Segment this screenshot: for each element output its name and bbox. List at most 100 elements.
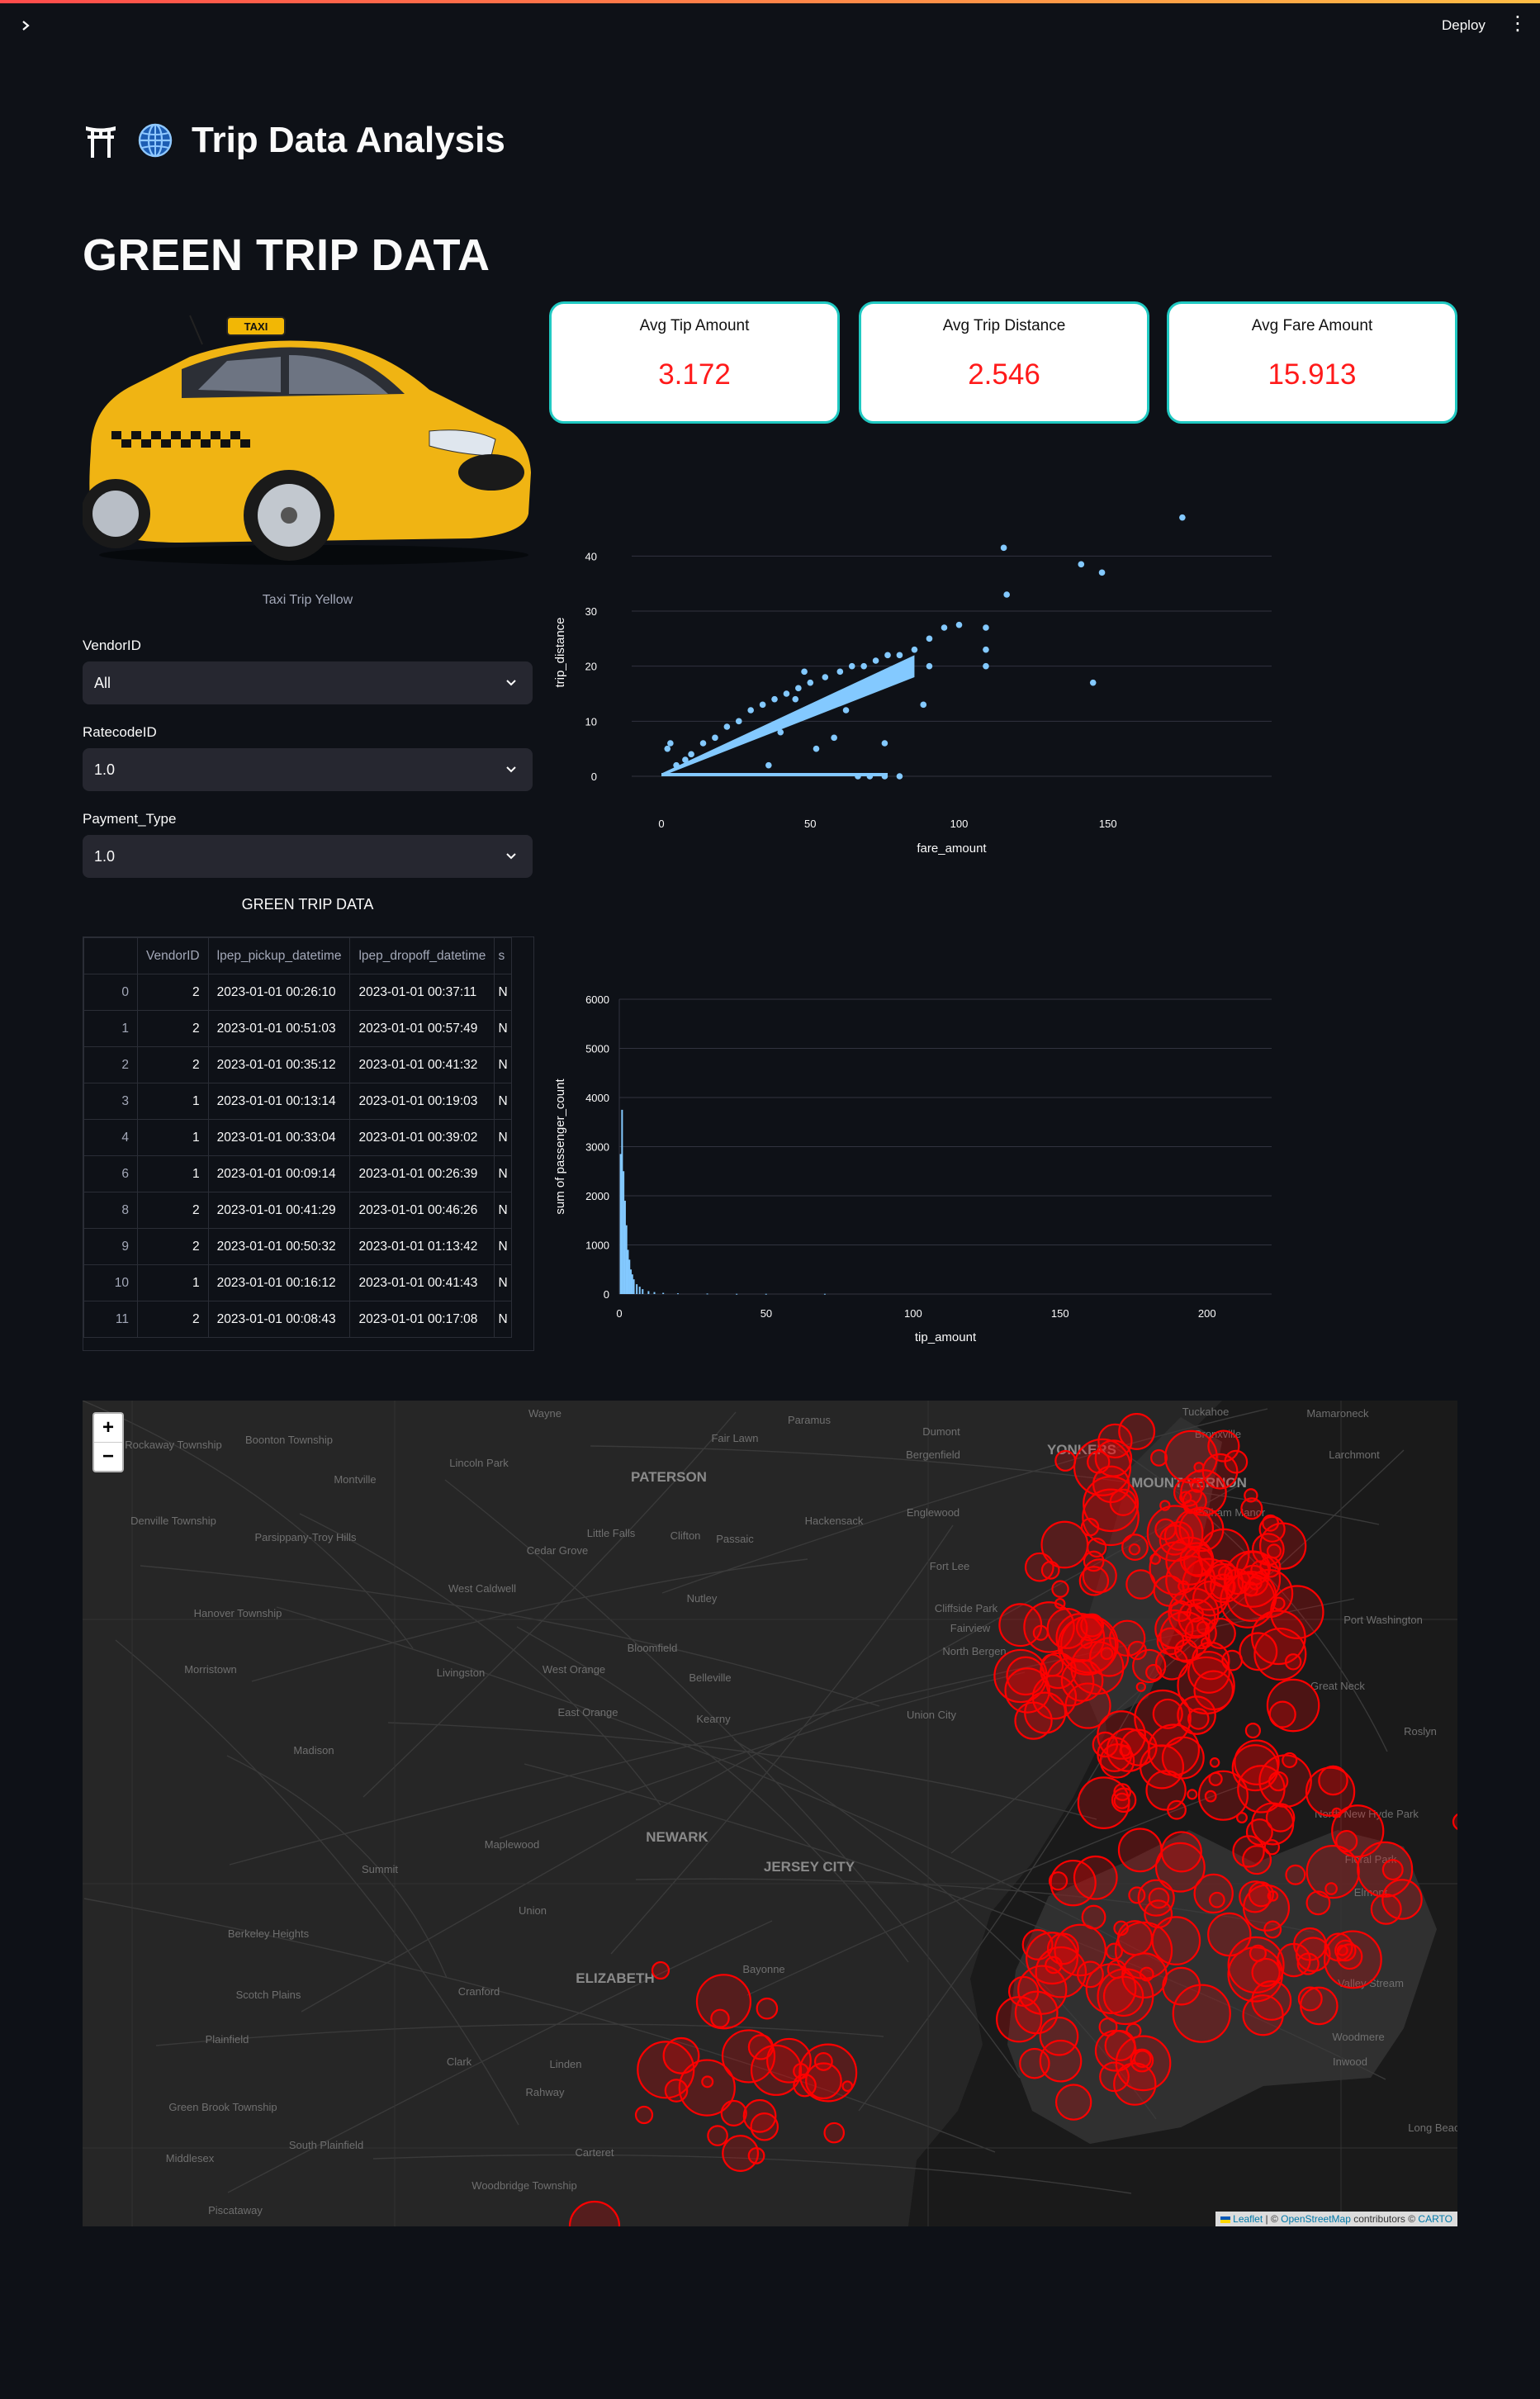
trip-marker[interactable] (1046, 1932, 1079, 1965)
scatter-point[interactable] (1003, 591, 1010, 598)
scatter-chart[interactable]: 0 10 20 30 40 0 50 100 150 fare_amount trip_distan… (549, 487, 1292, 867)
table-row[interactable]: 1 2 2023-01-01 00:51:03 2023-01-01 00:57:49… (83, 1010, 512, 1047)
histogram-bar[interactable] (823, 1293, 826, 1295)
scatter-point[interactable] (866, 773, 874, 780)
trip-marker[interactable] (998, 1603, 1043, 1648)
osm-link[interactable]: OpenStreetMap (1281, 2213, 1351, 2225)
trip-marker[interactable] (1209, 1757, 1220, 1768)
scatter-point[interactable] (1179, 514, 1186, 521)
trip-marker[interactable] (634, 2105, 654, 2125)
trip-marker[interactable] (805, 2062, 842, 2100)
histogram-bar[interactable] (619, 1154, 622, 1294)
table-row[interactable]: 11 2 2023-01-01 00:08:43 2023-01-01 00:17:0… (83, 1301, 512, 1338)
trip-marker[interactable] (1024, 1552, 1054, 1582)
trip-marker[interactable] (1285, 1864, 1306, 1885)
scatter-point[interactable] (723, 723, 731, 730)
scatter-point[interactable] (926, 662, 933, 670)
table-row[interactable]: 10 1 2023-01-01 00:16:12 2023-01-01 00:41:4… (83, 1264, 512, 1301)
table-row[interactable]: 3 1 2023-01-01 00:13:14 2023-01-01 00:19:03… (83, 1083, 512, 1120)
trip-marker[interactable] (1249, 1944, 1267, 1962)
trip-marker[interactable] (1207, 1912, 1252, 1957)
table-row[interactable]: 6 1 2023-01-01 00:09:14 2023-01-01 00:26:39… (83, 1155, 512, 1192)
trip-marker[interactable] (1263, 1920, 1282, 1939)
trip-marker[interactable] (710, 2008, 730, 2028)
histogram-bar[interactable] (653, 1292, 656, 1294)
scatter-point[interactable] (941, 624, 948, 631)
histogram-bar[interactable] (706, 1293, 708, 1295)
scatter-point[interactable] (955, 621, 963, 628)
scatter-point[interactable] (855, 773, 861, 780)
scatter-point[interactable] (872, 657, 879, 664)
trip-marker[interactable] (1180, 1469, 1227, 1516)
trip-marker[interactable] (1381, 1859, 1404, 1881)
scatter-point[interactable] (712, 734, 718, 742)
scatter-point[interactable] (699, 740, 707, 747)
trip-marker[interactable] (1335, 1830, 1358, 1853)
trip-marker[interactable] (1187, 1708, 1210, 1730)
table-row[interactable]: 9 2 2023-01-01 00:50:32 2023-01-01 01:13:42… (83, 1228, 512, 1265)
scatter-point[interactable] (1000, 544, 1007, 552)
histogram-bar[interactable] (736, 1293, 738, 1295)
table-row[interactable]: 2 2 2023-01-01 00:35:12 2023-01-01 00:41:32… (83, 1046, 512, 1083)
trip-dataframe[interactable]: VendorID lpep_pickup_datetime lpep_dropo… (83, 936, 534, 1351)
trip-marker[interactable] (756, 1997, 779, 2020)
scatter-point[interactable] (801, 668, 808, 676)
trip-marker[interactable] (721, 2029, 776, 2084)
trip-marker[interactable] (1117, 1828, 1163, 1873)
payment-select[interactable]: 1.0 (83, 835, 533, 878)
trip-marker[interactable] (1248, 1881, 1274, 1908)
trip-marker[interactable] (1135, 1681, 1146, 1692)
scatter-point[interactable] (896, 652, 903, 659)
trip-map[interactable]: Wayne Paramus Dumont Tuckahoe Bronxville Mama… (83, 1401, 1457, 2226)
trip-marker[interactable] (1014, 1701, 1053, 1740)
zoom-in-button[interactable]: + (94, 1414, 122, 1443)
trip-marker[interactable] (1111, 1787, 1137, 1813)
scatter-point[interactable] (673, 761, 680, 769)
trip-marker[interactable] (1150, 1448, 1168, 1467)
trip-marker[interactable] (651, 1960, 670, 1980)
histogram-bar[interactable] (630, 1269, 633, 1294)
trip-marker[interactable] (1054, 1597, 1066, 1610)
trip-marker[interactable] (1240, 1497, 1263, 1520)
histogram-bar[interactable] (627, 1249, 629, 1294)
trip-marker[interactable] (1114, 1921, 1173, 1979)
column-header-vendorid[interactable]: VendorID (137, 937, 209, 974)
scatter-point[interactable] (735, 718, 742, 725)
histogram-bar[interactable] (631, 1274, 633, 1294)
trip-marker[interactable] (1244, 1722, 1261, 1739)
scatter-point[interactable] (747, 707, 754, 714)
trip-marker[interactable] (1121, 1534, 1149, 1561)
scatter-point[interactable] (896, 773, 903, 780)
trip-marker[interactable] (1078, 1566, 1110, 1596)
trip-marker[interactable] (747, 2146, 765, 2164)
histogram-bar[interactable] (676, 1293, 679, 1295)
trip-marker[interactable] (1209, 1891, 1225, 1908)
trip-marker[interactable] (1147, 1723, 1201, 1776)
scatter-point[interactable] (783, 690, 790, 697)
histogram-bar[interactable] (621, 1109, 623, 1294)
scatter-point[interactable] (836, 668, 844, 676)
scatter-point[interactable] (842, 707, 850, 714)
trip-marker[interactable] (1145, 1663, 1163, 1681)
scatter-point[interactable] (813, 745, 820, 752)
trip-marker[interactable] (1092, 1731, 1119, 1758)
trip-marker[interactable] (1381, 1879, 1423, 1920)
column-header-index[interactable] (83, 937, 138, 974)
zoom-out-button[interactable]: − (94, 1443, 122, 1471)
column-header-clipped[interactable]: s (494, 937, 512, 974)
scatter-point[interactable] (759, 701, 766, 709)
histogram-bar[interactable] (662, 1292, 665, 1294)
trip-marker[interactable] (742, 2098, 777, 2133)
trip-marker[interactable] (996, 1996, 1043, 2043)
trip-marker[interactable] (1128, 1886, 1146, 1904)
table-row[interactable]: 4 1 2023-01-01 00:33:04 2023-01-01 00:39:02… (83, 1119, 512, 1156)
kebab-icon[interactable]: ⋮ (1508, 12, 1528, 40)
trip-marker[interactable] (1187, 1651, 1230, 1694)
scatter-point[interactable] (860, 662, 867, 670)
histogram-bar[interactable] (628, 1259, 631, 1294)
scatter-point[interactable] (884, 652, 891, 659)
trip-marker[interactable] (1119, 1744, 1131, 1757)
scatter-point[interactable] (1098, 569, 1106, 576)
ratecode-select[interactable]: 1.0 (83, 748, 533, 791)
trip-marker[interactable] (1204, 1790, 1217, 1803)
